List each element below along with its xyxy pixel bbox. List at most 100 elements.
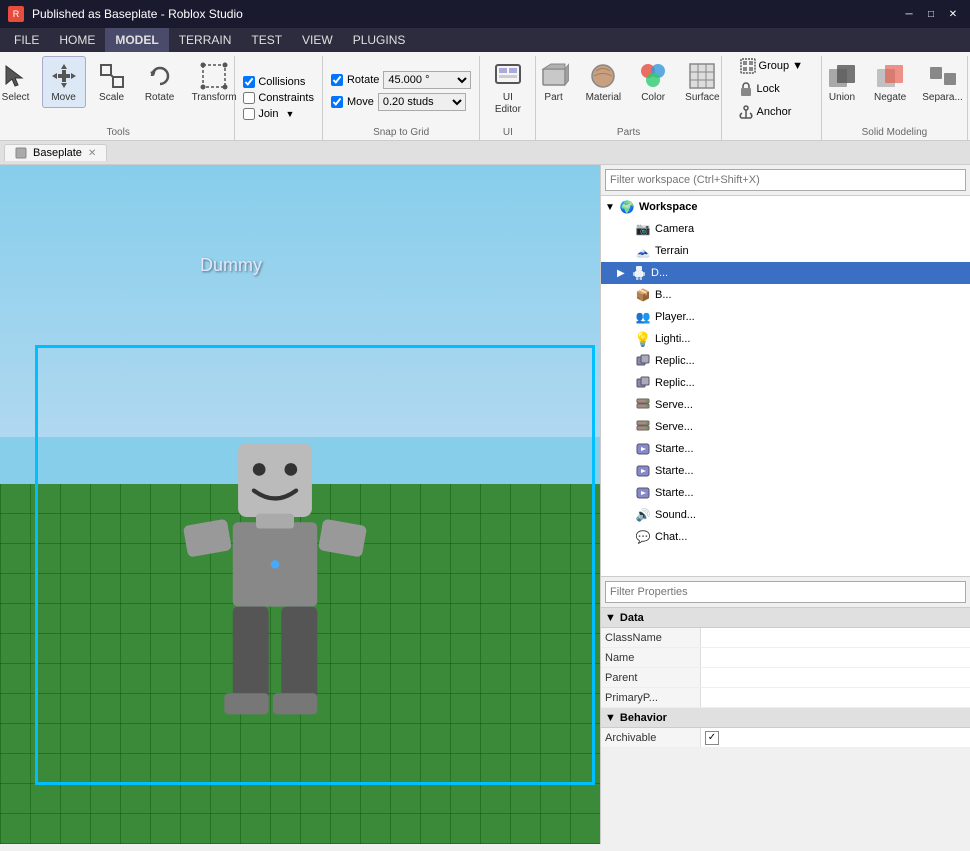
replic1-icon (635, 353, 651, 369)
lock-button[interactable]: Lock (734, 79, 810, 99)
prop-parent-value[interactable] (701, 668, 970, 687)
move-snap-select[interactable]: 0.20 studs (378, 93, 466, 111)
explorer-lighting[interactable]: 💡 Lighti... (601, 328, 970, 350)
explorer-replic1[interactable]: Replic... (601, 350, 970, 372)
properties-panel: ▼ Data ClassName Name Parent PrimaryP... (601, 576, 970, 748)
tools-group-label: Tools (106, 127, 129, 140)
rotate-snap-select[interactable]: 45.000 ° (383, 71, 471, 89)
constraints-checkbox[interactable] (243, 92, 255, 104)
menu-file[interactable]: FILE (4, 28, 49, 52)
union-button[interactable]: Union (820, 56, 864, 108)
ui-editor-button[interactable]: UIEditor (486, 56, 530, 120)
menu-view[interactable]: VIEW (292, 28, 343, 52)
replic2-arrow (621, 378, 635, 389)
prop-primary-row: PrimaryP... (601, 688, 970, 708)
move-button[interactable]: Move (42, 56, 86, 108)
close-button[interactable]: ✕ (944, 6, 962, 22)
anchor-button[interactable]: Anchor (734, 102, 810, 122)
explorer-chat[interactable]: 💬 Chat... (601, 526, 970, 548)
ribbon-content: Select Move (0, 52, 970, 140)
prop-parent-key: Parent (601, 668, 701, 687)
behavior-section-header[interactable]: ▼ Behavior (601, 708, 970, 728)
material-button[interactable]: Material (580, 56, 628, 108)
collisions-checkbox[interactable] (243, 76, 255, 88)
starter2-label: Starte... (655, 465, 694, 477)
join-checkbox[interactable] (243, 108, 255, 120)
minimize-button[interactable]: ─ (900, 6, 918, 22)
players-label: Player... (655, 311, 695, 323)
ui-editor-label: UIEditor (495, 92, 521, 116)
move-snap-checkbox[interactable] (331, 96, 343, 108)
lighting-arrow (621, 334, 635, 345)
right-panel: ▼ 🌍 Workspace 📷 Camera 🗻 Terrain ▶ (600, 165, 970, 844)
select-button[interactable]: Select (0, 56, 38, 108)
server2-arrow (621, 422, 635, 433)
menu-test[interactable]: TEST (241, 28, 292, 52)
surface-icon (686, 60, 718, 92)
explorer-terrain[interactable]: 🗻 Terrain (601, 240, 970, 262)
close-tab-button[interactable]: ✕ (88, 148, 96, 159)
prop-classname-key: ClassName (601, 628, 701, 647)
explorer-workspace[interactable]: ▼ 🌍 Workspace (601, 196, 970, 218)
explorer-replic2[interactable]: Replic... (601, 372, 970, 394)
solid-modeling-group: Union Negate (822, 56, 968, 140)
group-label: Group ▼ (759, 60, 804, 72)
join-dropdown[interactable]: ▼ (286, 109, 295, 119)
archivable-checkbox[interactable]: ✓ (705, 731, 719, 745)
negate-icon (874, 60, 906, 92)
prop-filter-input[interactable] (605, 581, 966, 603)
scale-label: Scale (99, 92, 124, 104)
explorer-server2[interactable]: Serve... (601, 416, 970, 438)
explorer-b[interactable]: 📦 B... (601, 284, 970, 306)
workspace-filter-input[interactable] (605, 169, 966, 191)
starter2-icon (635, 463, 651, 479)
menu-model[interactable]: MODEL (105, 28, 168, 52)
explorer-starter3[interactable]: Starte... (601, 482, 970, 504)
prop-primary-value[interactable] (701, 688, 970, 707)
explorer-sound[interactable]: 🔊 Sound... (601, 504, 970, 526)
menu-terrain[interactable]: TERRAIN (169, 28, 242, 52)
menu-home[interactable]: HOME (49, 28, 105, 52)
menu-plugins[interactable]: PLUGINS (343, 28, 416, 52)
lock-icon (738, 81, 754, 97)
color-button[interactable]: Color (631, 56, 675, 108)
rotate-button[interactable]: Rotate (138, 56, 182, 108)
b-icon: 📦 (635, 287, 651, 303)
data-section-header[interactable]: ▼ Data (601, 608, 970, 628)
rotate-snap-checkbox[interactable] (331, 74, 343, 86)
maximize-button[interactable]: □ (922, 6, 940, 22)
collisions-group: Collisions Constraints Join ▼ (235, 56, 323, 140)
players-icon: 👥 (635, 309, 651, 325)
explorer-starter2[interactable]: Starte... (601, 460, 970, 482)
select-label: Select (2, 92, 30, 104)
explorer-starter1[interactable]: Starte... (601, 438, 970, 460)
explorer-server1[interactable]: Serve... (601, 394, 970, 416)
join-row: Join ▼ (243, 108, 314, 120)
rotate-label: Rotate (145, 92, 174, 104)
explorer-camera[interactable]: 📷 Camera (601, 218, 970, 240)
surface-label: Surface (685, 92, 719, 104)
viewport[interactable]: Dummy (0, 165, 600, 844)
union-label: Union (829, 92, 855, 104)
scale-button[interactable]: Scale (90, 56, 134, 108)
sound-icon: 🔊 (635, 507, 651, 523)
baseplate-tab[interactable]: Baseplate ✕ (4, 144, 107, 161)
transform-button[interactable]: Transform (186, 56, 243, 108)
lighting-icon: 💡 (635, 331, 651, 347)
prop-archivable-value[interactable]: ✓ (701, 728, 970, 747)
prop-classname-row: ClassName (601, 628, 970, 648)
server1-icon (635, 397, 651, 413)
chat-label: Chat... (655, 531, 687, 543)
part-button[interactable]: Part (532, 56, 576, 108)
join-label: Join (258, 108, 278, 120)
move-snap-row: Move 0.20 studs (331, 93, 471, 111)
separate-button[interactable]: Separa... (916, 56, 969, 108)
explorer-players[interactable]: 👥 Player... (601, 306, 970, 328)
prop-filter-area (601, 577, 970, 608)
negate-button[interactable]: Negate (868, 56, 912, 108)
group-button[interactable]: Group ▼ (734, 56, 810, 76)
prop-classname-value[interactable] (701, 628, 970, 647)
prop-name-value[interactable] (701, 648, 970, 667)
explorer-dummy[interactable]: ▶ D... (601, 262, 970, 284)
surface-button[interactable]: Surface (679, 56, 725, 108)
